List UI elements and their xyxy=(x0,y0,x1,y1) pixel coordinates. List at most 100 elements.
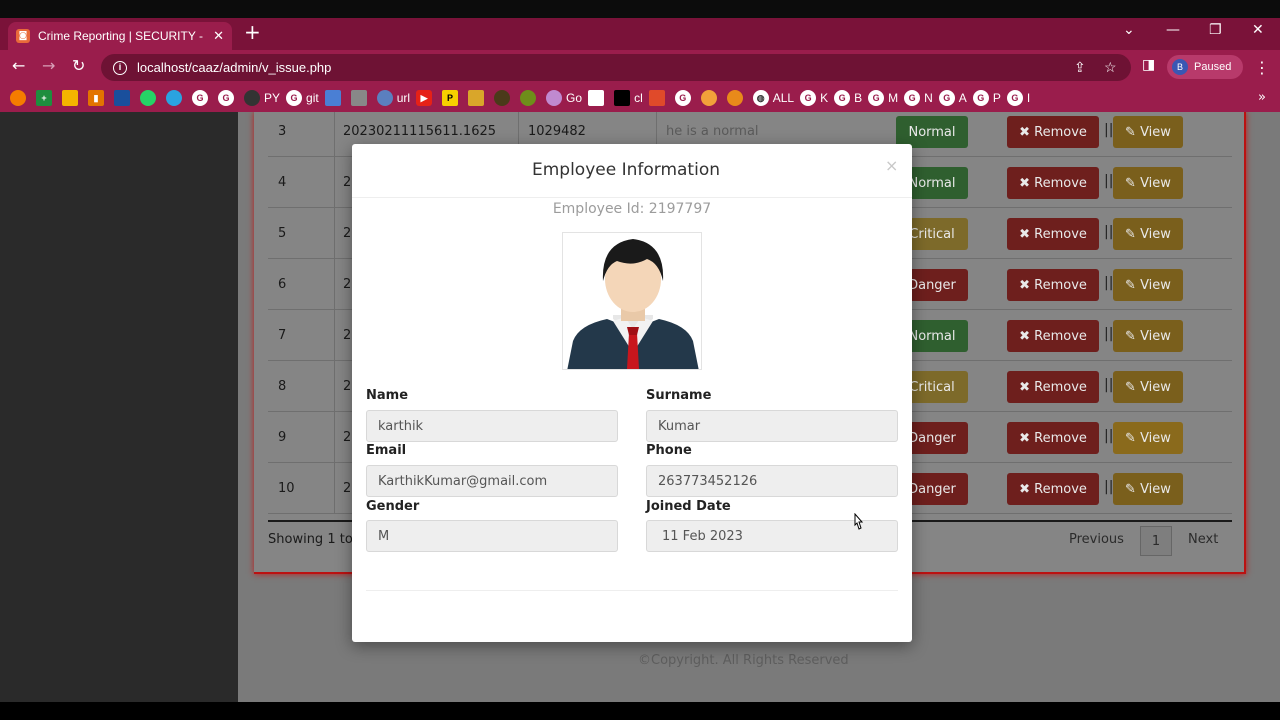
remove-button[interactable]: ✖ Remove xyxy=(1007,320,1099,352)
bookmark-item[interactable] xyxy=(114,90,134,106)
view-button[interactable]: ✎ View xyxy=(1113,473,1183,505)
profile-avatar: B xyxy=(1172,59,1188,75)
view-button[interactable]: ✎ View xyxy=(1113,422,1183,454)
view-button[interactable]: ✎ View xyxy=(1113,218,1183,250)
bookmark-item[interactable]: GI xyxy=(1006,90,1030,106)
remove-button[interactable]: ✖ Remove xyxy=(1007,116,1099,148)
bookmark-item[interactable]: Ggit xyxy=(286,90,319,106)
browser-tab[interactable]: ◙ Crime Reporting | SECURITY - DA ✕ xyxy=(8,22,232,50)
bookmark-item[interactable]: ▮ xyxy=(88,90,108,106)
bookmark-icon xyxy=(520,90,537,106)
mouse-cursor-icon xyxy=(854,513,864,530)
bookmark-item[interactable] xyxy=(166,90,186,106)
bookmark-item[interactable] xyxy=(700,90,721,106)
tab-bar: ◙ Crime Reporting | SECURITY - DA ✕ xyxy=(0,18,1280,50)
bookmark-label: K xyxy=(820,91,829,105)
bookmark-item[interactable] xyxy=(588,90,608,106)
bookmark-item[interactable] xyxy=(10,90,30,106)
modal-header: Employee Information × xyxy=(352,144,912,198)
bookmark-item[interactable] xyxy=(62,90,82,106)
tab-search-icon[interactable]: ⌄ xyxy=(1123,22,1135,38)
view-button[interactable]: ✎ View xyxy=(1113,269,1183,301)
bookmark-item[interactable] xyxy=(494,90,514,106)
bookmark-item[interactable]: PY xyxy=(244,90,280,106)
bookmark-item[interactable]: Go xyxy=(546,90,582,106)
view-button[interactable]: ✎ View xyxy=(1113,320,1183,352)
google-icon: G xyxy=(286,90,303,106)
view-label: View xyxy=(1140,277,1171,293)
view-button[interactable]: ✎ View xyxy=(1113,371,1183,403)
bookmark-icon xyxy=(376,90,393,106)
bookmark-item[interactable]: ◍ ALL xyxy=(752,90,794,106)
pagination-next[interactable]: Next xyxy=(1188,532,1218,547)
remove-button[interactable]: ✖ Remove xyxy=(1007,371,1099,403)
site-info-icon[interactable]: i xyxy=(113,60,127,75)
bookmarks-bar: + ▮ G G PY Ggit url ▶ P Go cl G ◍ ALL GK … xyxy=(0,84,1280,112)
remove-button[interactable]: ✖ Remove xyxy=(1007,473,1099,505)
gender-label: Gender xyxy=(366,499,420,514)
new-tab-icon[interactable]: + xyxy=(244,22,261,42)
bookmark-item[interactable]: ▶ xyxy=(416,90,436,106)
bookmark-star-icon[interactable]: ☆ xyxy=(1104,54,1117,81)
bookmark-item[interactable]: GP xyxy=(972,90,1001,106)
view-label: View xyxy=(1140,328,1171,344)
bookmark-label: Go xyxy=(566,91,583,105)
remove-button[interactable]: ✖ Remove xyxy=(1007,167,1099,199)
bookmark-item[interactable]: GN xyxy=(904,90,933,106)
bookmark-item[interactable]: url xyxy=(376,90,410,106)
minimize-icon[interactable]: — xyxy=(1166,22,1180,38)
side-panel-icon[interactable]: ◨ xyxy=(1142,58,1155,72)
bookmark-label: M xyxy=(888,91,899,105)
bookmark-item[interactable]: GK xyxy=(800,90,828,106)
whatsapp-icon xyxy=(140,90,156,106)
name-field[interactable]: karthik xyxy=(366,410,618,442)
copyright-text: ©Copyright. All Rights Reserved xyxy=(638,653,849,668)
bookmark-item[interactable] xyxy=(350,90,371,106)
column-divider xyxy=(334,412,335,463)
bookmark-item[interactable]: GA xyxy=(938,90,967,106)
phone-field[interactable]: 263773452126 xyxy=(646,465,898,497)
restore-icon[interactable]: ❐ xyxy=(1209,22,1222,38)
share-icon[interactable]: ⇪ xyxy=(1074,54,1086,81)
bookmark-item[interactable]: GB xyxy=(834,90,862,106)
bookmark-item[interactable]: G xyxy=(192,90,212,106)
view-label: View xyxy=(1140,175,1171,191)
bookmark-item[interactable] xyxy=(520,90,540,106)
bookmark-item[interactable]: + xyxy=(36,90,56,106)
bookmark-item[interactable]: GM xyxy=(868,90,898,106)
bookmark-item[interactable] xyxy=(140,90,160,106)
back-icon[interactable]: ← xyxy=(12,58,25,74)
forward-icon[interactable]: → xyxy=(42,58,55,74)
bookmark-icon xyxy=(468,90,485,106)
window-close-icon[interactable]: ✕ xyxy=(1252,22,1264,38)
bookmark-item[interactable]: G xyxy=(218,90,238,106)
bookmark-item[interactable] xyxy=(726,90,747,106)
profile-button[interactable]: B Paused xyxy=(1167,55,1243,79)
bookmark-item[interactable]: G xyxy=(674,90,695,106)
bookmark-item[interactable] xyxy=(468,90,488,106)
bookmark-item[interactable]: cl xyxy=(614,90,643,106)
remove-button[interactable]: ✖ Remove xyxy=(1007,422,1099,454)
bookmark-item[interactable] xyxy=(648,90,669,106)
email-field[interactable]: KarthikKumar@gmail.com xyxy=(366,465,618,497)
bookmark-icon: P xyxy=(442,90,459,106)
bookmark-item[interactable] xyxy=(324,90,345,106)
remove-label: Remove xyxy=(1034,277,1087,293)
modal-close-button[interactable]: × xyxy=(885,156,898,175)
bookmark-item[interactable]: P xyxy=(442,90,462,106)
view-button[interactable]: ✎ View xyxy=(1113,167,1183,199)
bookmark-icon xyxy=(700,90,717,106)
surname-field[interactable]: Kumar xyxy=(646,410,898,442)
pagination-previous[interactable]: Previous xyxy=(1069,532,1124,547)
pagination-current-page[interactable]: 1 xyxy=(1140,526,1172,556)
view-button[interactable]: ✎ View xyxy=(1113,116,1183,148)
column-divider xyxy=(334,310,335,361)
remove-button[interactable]: ✖ Remove xyxy=(1007,269,1099,301)
more-bookmarks-icon[interactable]: » xyxy=(1258,90,1266,105)
gender-field[interactable]: M xyxy=(366,520,618,552)
menu-icon[interactable]: ⋮ xyxy=(1254,58,1270,77)
tab-close-icon[interactable]: ✕ xyxy=(213,29,224,44)
remove-button[interactable]: ✖ Remove xyxy=(1007,218,1099,250)
reload-icon[interactable]: ↻ xyxy=(72,58,85,74)
address-bar[interactable]: i localhost/caaz/admin/v_issue.php ⇪ ☆ xyxy=(101,54,1131,81)
